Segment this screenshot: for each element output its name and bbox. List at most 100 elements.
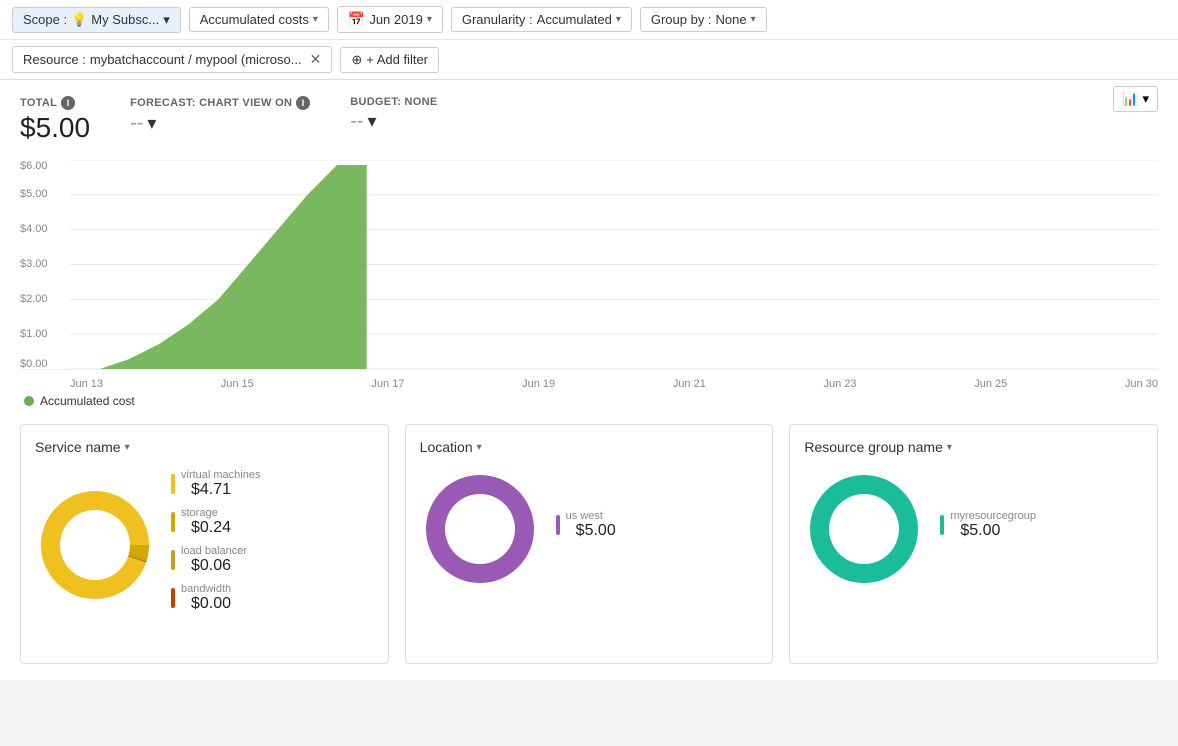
legend-item-vm: virtual machines $4.71	[171, 469, 374, 499]
top-bar: Scope : 💡 My Subsc... ▾ Accumulated cost…	[0, 0, 1178, 80]
accumulated-costs-button[interactable]: Accumulated costs ▾	[189, 7, 329, 32]
accumulated-label: Accumulated costs	[200, 12, 309, 27]
budget-value: -- ▾	[350, 110, 437, 133]
chart-area: $6.00 $5.00 $4.00 $3.00 $2.00 $1.00 $0.0…	[20, 160, 1158, 370]
myrg-swatch	[940, 515, 944, 535]
add-filter-label: + Add filter	[366, 52, 428, 67]
granularity-value: Accumulated	[537, 12, 612, 27]
groupby-chevron: ▾	[751, 14, 756, 25]
location-chevron[interactable]: ▾	[477, 442, 482, 453]
chart-svg	[70, 160, 1158, 369]
x-axis: Jun 13 Jun 15 Jun 17 Jun 19 Jun 21 Jun 2…	[20, 378, 1158, 390]
granularity-button[interactable]: Granularity : Accumulated ▾	[451, 7, 632, 32]
lb-swatch	[171, 550, 175, 570]
location-donut-svg	[420, 469, 540, 589]
total-value: $5.00	[20, 112, 90, 144]
granularity-chevron: ▾	[616, 14, 621, 25]
accumulated-chevron: ▾	[313, 14, 318, 25]
resource-group-chevron[interactable]: ▾	[947, 442, 952, 453]
vm-name: virtual machines	[181, 469, 260, 481]
resource-group-donut	[804, 469, 924, 589]
scope-value: My Subsc...	[91, 12, 159, 27]
y-label-2: $2.00	[20, 293, 48, 305]
y-axis: $6.00 $5.00 $4.00 $3.00 $2.00 $1.00 $0.0…	[20, 160, 68, 369]
export-button[interactable]: 📊 ▾	[1113, 86, 1158, 112]
service-name-donut-svg	[35, 485, 155, 605]
forecast-info-icon[interactable]: i	[296, 96, 310, 110]
resource-filter: Resource : mybatchaccount / mypool (micr…	[12, 46, 332, 73]
legend-item-bw: bandwidth $0.00	[171, 583, 374, 613]
groupby-value: None	[716, 12, 747, 27]
export-icon: 📊	[1122, 91, 1138, 107]
x-label-jun30: Jun 30	[1125, 378, 1158, 390]
calendar-icon: 📅	[348, 11, 365, 28]
scope-button[interactable]: Scope : 💡 My Subsc... ▾	[12, 7, 181, 33]
total-label: TOTAL i	[20, 96, 90, 110]
forecast-summary: FORECAST: CHART VIEW ON i -- ▾	[130, 96, 310, 135]
x-label-jun19: Jun 19	[522, 378, 555, 390]
groupby-label: Group by :	[651, 12, 712, 27]
service-name-body: virtual machines $4.71 storage $0.24	[35, 469, 374, 621]
resource-close-button[interactable]: ✕	[310, 51, 322, 68]
y-label-4: $4.00	[20, 223, 48, 235]
x-label-jun17: Jun 17	[371, 378, 404, 390]
budget-summary: BUDGET: NONE -- ▾	[350, 96, 437, 133]
groupby-button[interactable]: Group by : None ▾	[640, 7, 767, 32]
legend-item-myrg: myresourcegroup $5.00	[940, 510, 1143, 540]
service-name-donut	[35, 485, 155, 605]
scope-chevron: ▾	[163, 12, 170, 28]
resource-label: Resource :	[23, 52, 86, 67]
uswest-swatch	[556, 515, 560, 535]
location-donut	[420, 469, 540, 589]
add-filter-icon: ⊕	[351, 52, 362, 68]
service-name-legend: virtual machines $4.71 storage $0.24	[171, 469, 374, 621]
granularity-label: Granularity :	[462, 12, 533, 27]
service-name-title: Service name	[35, 439, 121, 455]
resource-group-header: Resource group name ▾	[804, 439, 1143, 455]
vm-swatch	[171, 474, 175, 494]
vm-value: $4.71	[191, 481, 260, 499]
resource-group-body: myresourcegroup $5.00	[804, 469, 1143, 589]
service-name-chevron[interactable]: ▾	[125, 442, 130, 453]
legend-item-storage: storage $0.24	[171, 507, 374, 537]
total-summary: TOTAL i $5.00	[20, 96, 90, 144]
scope-label: Scope :	[23, 12, 67, 27]
date-value: Jun 2019	[369, 12, 423, 27]
legend-dot	[24, 396, 34, 406]
summary-row: TOTAL i $5.00 FORECAST: CHART VIEW ON i …	[20, 96, 1158, 144]
y-label-5: $5.00	[20, 188, 48, 200]
date-button[interactable]: 📅 Jun 2019 ▾	[337, 6, 443, 33]
legend-item-lb: load balancer $0.06	[171, 545, 374, 575]
date-chevron: ▾	[427, 14, 432, 25]
bw-swatch	[171, 588, 175, 608]
legend-row: Accumulated cost	[20, 394, 1158, 408]
myrg-name: myresourcegroup	[950, 510, 1036, 522]
uswest-name: us west	[566, 510, 616, 522]
y-label-0: $0.00	[20, 358, 48, 370]
location-body: us west $5.00	[420, 469, 759, 589]
uswest-value: $5.00	[576, 522, 616, 540]
scope-icon: 💡	[71, 12, 87, 28]
resource-group-legend: myresourcegroup $5.00	[940, 510, 1143, 548]
storage-swatch	[171, 512, 175, 532]
x-label-jun15: Jun 15	[221, 378, 254, 390]
x-label-jun21: Jun 21	[673, 378, 706, 390]
service-name-card: Service name ▾	[20, 424, 389, 664]
x-label-jun23: Jun 23	[824, 378, 857, 390]
bw-name: bandwidth	[181, 583, 231, 595]
y-label-6: $6.00	[20, 160, 48, 172]
resource-group-card: Resource group name ▾ myresourceg	[789, 424, 1158, 664]
lb-value: $0.06	[191, 557, 247, 575]
location-header: Location ▾	[420, 439, 759, 455]
forecast-label: FORECAST: CHART VIEW ON i	[130, 96, 310, 110]
storage-name: storage	[181, 507, 231, 519]
add-filter-button[interactable]: ⊕ + Add filter	[340, 47, 439, 73]
budget-chevron: ▾	[368, 111, 377, 132]
service-name-header: Service name ▾	[35, 439, 374, 455]
x-label-jun13: Jun 13	[70, 378, 103, 390]
resource-value: mybatchaccount / mypool (microso...	[90, 52, 302, 67]
cards-row: Service name ▾	[20, 424, 1158, 664]
budget-label: BUDGET: NONE	[350, 96, 437, 108]
location-title: Location	[420, 439, 473, 455]
total-info-icon[interactable]: i	[61, 96, 75, 110]
